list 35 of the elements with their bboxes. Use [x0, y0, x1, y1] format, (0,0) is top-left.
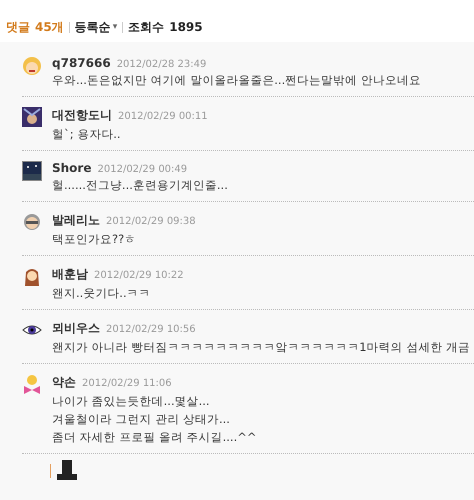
avatar-icon — [22, 212, 42, 232]
avatar-icon — [57, 460, 77, 480]
comment-author[interactable]: 발레리노 — [52, 212, 100, 229]
comment-label: 댓글 — [6, 18, 30, 36]
comment-author[interactable]: 뫼비우스 — [52, 320, 100, 337]
comment-author[interactable]: Shore — [52, 161, 92, 175]
avatar-icon — [22, 374, 42, 394]
comment-author[interactable]: 대전항도니 — [52, 107, 112, 124]
comment-text: 왠지가 아니라 빵터짐ㅋㅋㅋㅋㅋㅋㅋㅋㅋ앜ㅋㅋㅋㅋㅋㅋ1마력의 섬세한 개금 — [52, 340, 470, 355]
comment-author[interactable]: 약손 — [52, 374, 76, 391]
comment-text: 헐......전그냥...훈련용기계인줄... — [52, 178, 228, 193]
comment-date: 2012/02/29 00:49 — [98, 164, 188, 175]
comment-date: 2012/02/29 10:56 — [106, 324, 196, 335]
comment-text: 좀더 자세한 프로필 올려 주시길....^^ — [52, 430, 257, 445]
avatar-icon — [22, 266, 42, 286]
views-label: 조회수 — [128, 18, 164, 36]
avatar-icon — [22, 56, 42, 76]
comment-date: 2012/02/29 11:06 — [82, 378, 172, 389]
comment-author[interactable]: 배훈남 — [52, 266, 88, 283]
comment-author[interactable]: q787666 — [52, 56, 111, 70]
comment-date: 2012/02/28 23:49 — [116, 59, 206, 70]
comment-text: 나이가 좀있는듯한데...몇살... — [52, 394, 211, 409]
comment-text: 겨울철이라 그런지 관리 상태가... — [52, 412, 231, 427]
comment-date: 2012/02/29 09:38 — [106, 216, 196, 227]
comment-count: 45개 — [35, 18, 64, 36]
comment-date: 2012/02/29 00:11 — [118, 111, 208, 122]
views-count: 1895 — [169, 20, 203, 34]
sort-dropdown[interactable]: 등록순 ▾ — [74, 18, 118, 36]
comment-text: 택포인가요??ㅎ — [52, 232, 138, 247]
comment-text: 우와...돈은없지만 여기에 말이올라올줄은...쩐다는말밖에 안나오네요 — [52, 73, 421, 88]
comment-text: 왠지..웃기다..ㅋㅋ — [52, 286, 152, 301]
comment-text: 헐`; 용자다.. — [52, 127, 122, 142]
comment-date: 2012/02/29 10:22 — [94, 270, 184, 281]
avatar-icon — [22, 161, 42, 181]
avatar-icon — [22, 107, 42, 127]
